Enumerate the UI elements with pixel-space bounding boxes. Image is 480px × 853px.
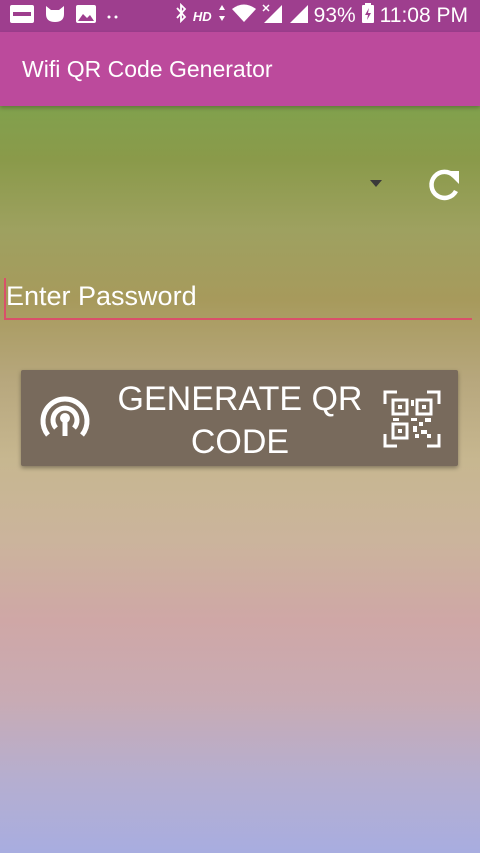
wifi-network-spinner[interactable]	[20, 160, 390, 206]
wifi-hotspot-icon	[37, 392, 95, 444]
qr-scan-icon	[383, 390, 441, 448]
password-underline	[4, 318, 472, 320]
refresh-icon	[420, 169, 466, 212]
bluetooth-icon	[175, 2, 187, 29]
password-input[interactable]	[6, 276, 466, 316]
data-arrows-icon	[218, 4, 226, 28]
app-bar: Wifi QR Code Generator	[0, 32, 480, 106]
cell-signal-icon	[288, 3, 308, 29]
password-field[interactable]	[4, 272, 472, 322]
dropdown-arrow-icon	[370, 180, 382, 187]
status-bar-left	[10, 4, 120, 29]
status-bar-right: HD 93% 11:08 PM	[175, 2, 468, 29]
notification-icon	[10, 4, 34, 28]
generate-button-label: GENERATE QR CODE	[117, 380, 363, 461]
generate-qr-code-button[interactable]: GENERATE QR CODE	[21, 370, 458, 466]
status-bar: HD 93% 11:08 PM	[0, 0, 480, 32]
battery-percent: 93%	[313, 4, 356, 27]
cat-icon	[44, 4, 66, 29]
network-type-label: HD	[192, 8, 212, 24]
text-cursor	[4, 278, 6, 318]
cell-signal-no-data-icon	[262, 3, 282, 29]
more-dots-icon	[106, 7, 120, 25]
wifi-signal-icon	[231, 4, 256, 28]
image-icon	[76, 4, 96, 28]
clock: 11:08 PM	[379, 4, 468, 27]
app-title: Wifi QR Code Generator	[22, 56, 273, 82]
battery-icon	[361, 3, 374, 29]
refresh-button[interactable]	[420, 162, 466, 208]
